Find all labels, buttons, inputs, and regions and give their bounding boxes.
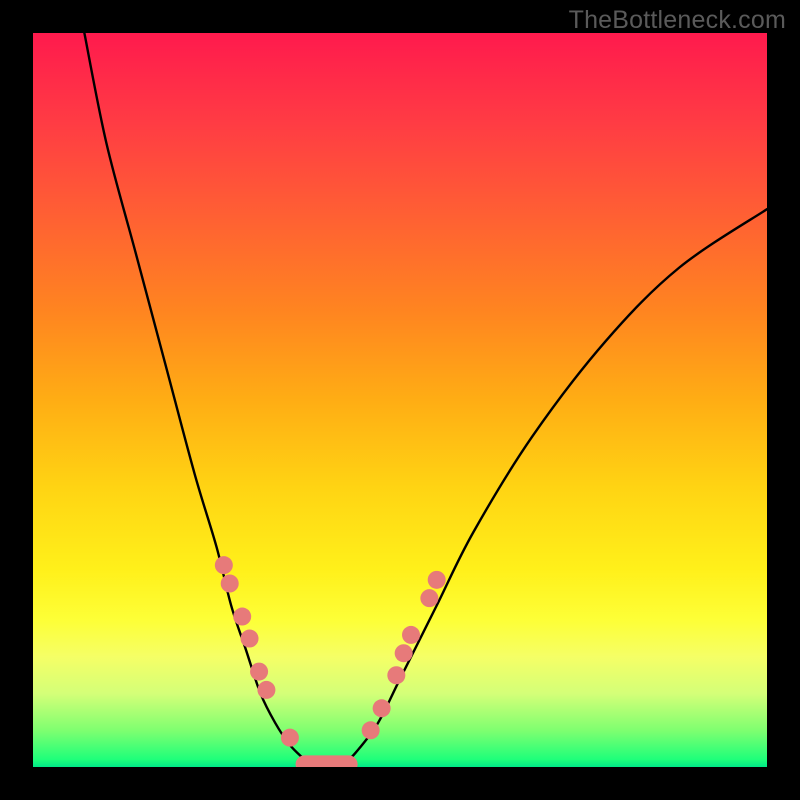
marker-dot — [215, 556, 233, 574]
chart-svg — [33, 33, 767, 767]
marker-dot — [250, 663, 268, 681]
marker-dot — [395, 644, 413, 662]
marker-dot — [233, 608, 251, 626]
series-right-curve — [341, 209, 767, 767]
watermark-text: TheBottleneck.com — [569, 6, 786, 35]
marker-dot — [402, 626, 420, 644]
plot-area — [33, 33, 767, 767]
marker-dot — [241, 630, 259, 648]
marker-dot — [428, 571, 446, 589]
marker-dot — [373, 699, 391, 717]
marker-band — [296, 755, 358, 767]
marker-dot — [362, 721, 380, 739]
marker-dot — [221, 575, 239, 593]
marker-dot — [257, 681, 275, 699]
series-left-curve — [84, 33, 312, 767]
curve-lines — [84, 33, 767, 767]
chart-frame: TheBottleneck.com — [0, 0, 800, 800]
marker-dot — [420, 589, 438, 607]
marker-dot — [387, 666, 405, 684]
marker-dot — [281, 729, 299, 747]
